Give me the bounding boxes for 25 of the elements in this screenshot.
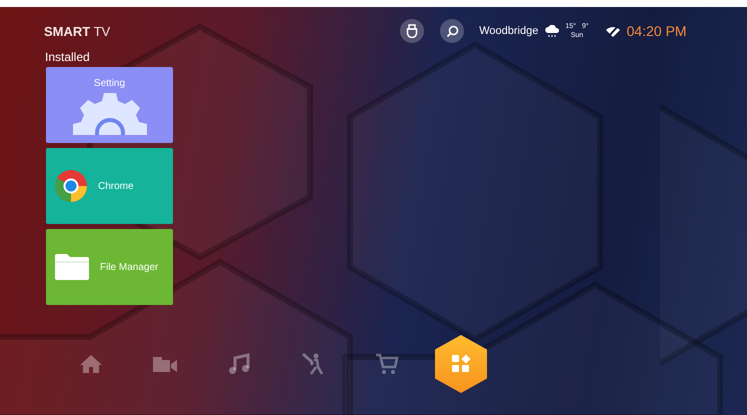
home-icon — [79, 354, 103, 374]
input-source-button[interactable] — [400, 19, 424, 43]
music-note-icon — [228, 353, 250, 375]
app-label: Chrome — [98, 180, 134, 192]
batsman-icon — [301, 352, 325, 376]
app-tile[interactable]: Setting — [46, 67, 173, 143]
app-tile[interactable]: Chrome — [46, 148, 173, 224]
weather-city: Woodbridge — [479, 25, 538, 37]
nav-tab[interactable] — [435, 335, 487, 393]
clock: 04:20 PM — [626, 23, 687, 39]
folder-icon — [54, 253, 90, 281]
apps-grid-icon — [451, 354, 471, 374]
no-network-icon — [604, 24, 621, 38]
app-label: Setting — [94, 78, 126, 89]
search-button[interactable] — [440, 19, 464, 43]
search-icon — [446, 24, 459, 38]
app-tile[interactable]: File Manager — [46, 229, 173, 305]
cart-icon — [375, 353, 399, 375]
section-title: Installed — [45, 50, 91, 64]
app-label: File Manager — [100, 262, 158, 272]
brand-logo: SMART TV — [44, 24, 110, 38]
usb-drive-icon — [406, 24, 418, 38]
chrome-logo-icon — [54, 169, 88, 203]
cloud-rain-icon — [544, 25, 560, 37]
video-camera-icon — [152, 354, 178, 374]
